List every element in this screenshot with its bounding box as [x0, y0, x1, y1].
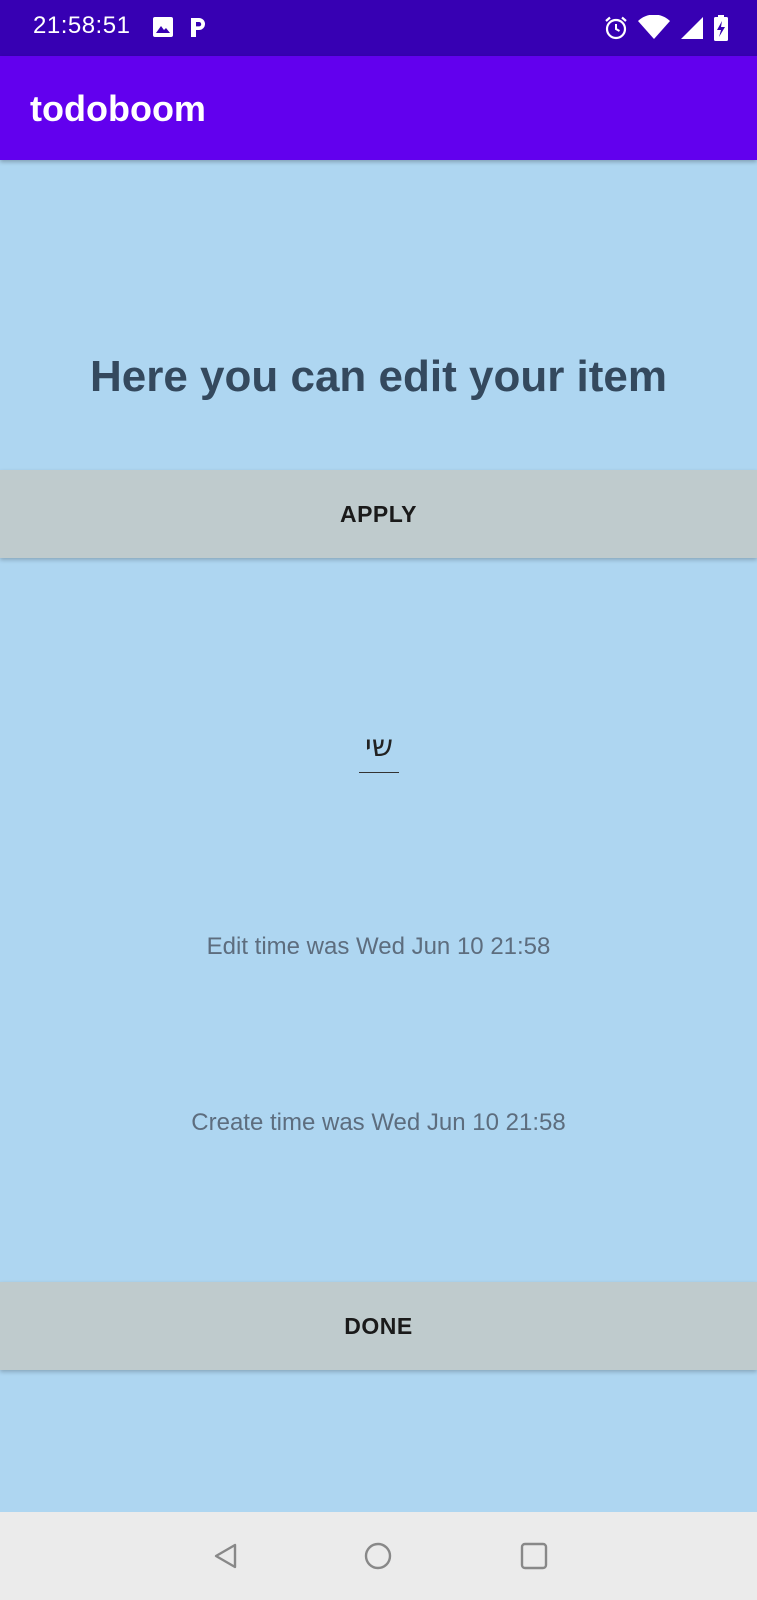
image-icon: [152, 16, 174, 38]
home-icon[interactable]: [356, 1534, 400, 1578]
status-bar: 21:58:51: [0, 0, 757, 56]
done-button[interactable]: DONE: [0, 1282, 757, 1370]
page-heading: Here you can edit your item: [89, 352, 668, 401]
battery-charging-icon: [713, 14, 729, 42]
item-text-field[interactable]: [359, 720, 399, 773]
wifi-icon: [637, 15, 671, 41]
signal-icon: [679, 15, 705, 41]
alarm-icon: [603, 15, 629, 41]
app-bar: todoboom: [0, 56, 757, 160]
back-icon[interactable]: [204, 1534, 248, 1578]
recents-icon[interactable]: [512, 1534, 556, 1578]
app-title: todoboom: [30, 88, 206, 129]
status-system-icons: [603, 14, 729, 42]
apply-button[interactable]: APPLY: [0, 470, 757, 558]
status-notification-icons: [152, 15, 208, 39]
parking-icon: [188, 15, 208, 39]
status-time: 21:58:51: [33, 12, 131, 39]
create-time-label: Create time was Wed Jun 10 21:58: [191, 1109, 566, 1136]
edit-time-label: Edit time was Wed Jun 10 21:58: [206, 933, 551, 960]
navigation-bar: [0, 1512, 757, 1600]
